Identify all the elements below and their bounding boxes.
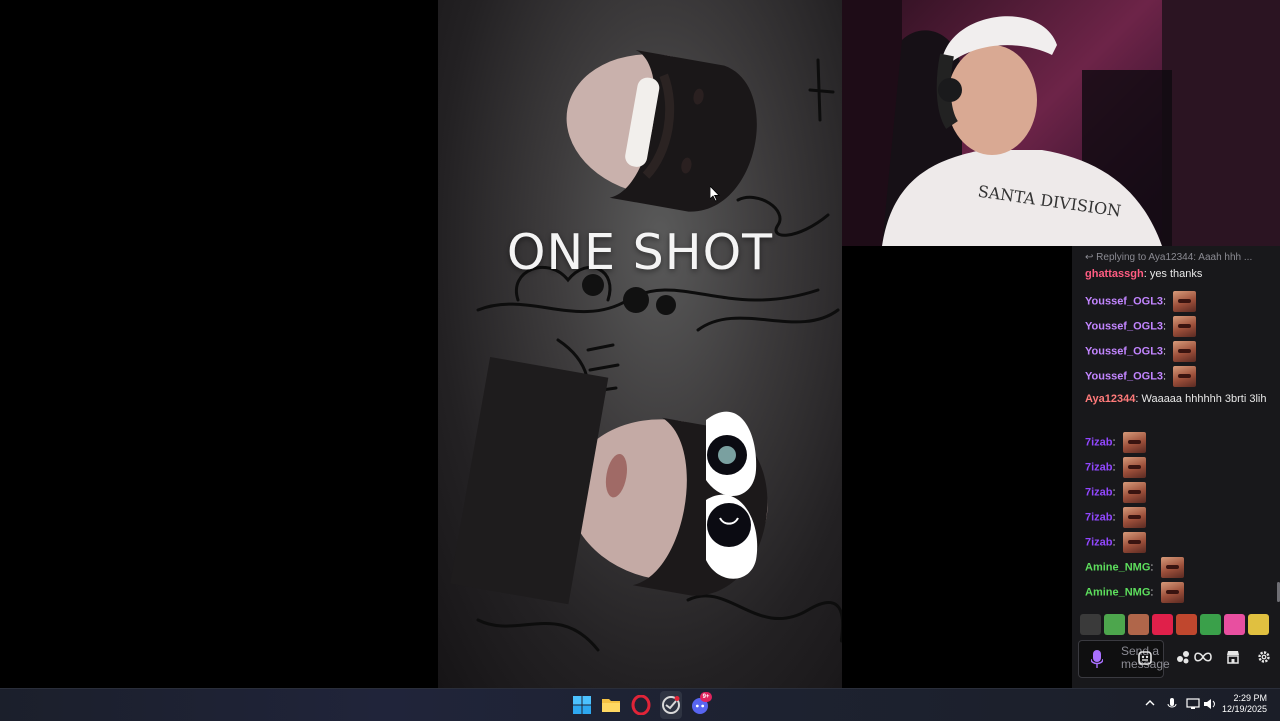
chat-separator: : (1112, 461, 1119, 474)
chat-username[interactable]: ghattassgh (1085, 268, 1144, 280)
stream-view: ONE SHOT SANTA DIVISION ↩ Replying to Ay… (0, 0, 1280, 688)
upper-person (566, 49, 757, 212)
taskbar: 9+ 2:29 PM 12/19/2025 (0, 688, 1280, 721)
chat-separator: : (1112, 486, 1119, 499)
chat-emote-icon[interactable] (1122, 507, 1146, 528)
clock-date: 12/19/2025 (1221, 704, 1267, 714)
volume-icon[interactable] (1203, 698, 1217, 710)
chat-username[interactable]: Youssef_OGL3 (1085, 370, 1163, 382)
chat-separator: : (1163, 295, 1170, 308)
chevron-up-icon[interactable] (1145, 698, 1155, 708)
clock-time: 2:29 PM (1233, 693, 1267, 703)
chat-separator: : (1163, 370, 1170, 383)
system-clock[interactable]: 2:29 PM 12/19/2025 (1222, 693, 1267, 715)
chat-separator: : (1112, 511, 1119, 524)
black-gap (842, 246, 1072, 688)
chat-emote-icon[interactable] (1122, 532, 1146, 553)
chat-separator: : (1150, 586, 1157, 599)
video-frame (450, 49, 842, 652)
chat-username[interactable]: Aya12344 (1085, 393, 1135, 405)
chat-emote-icon[interactable] (1173, 366, 1197, 387)
emote-shortcut-icon[interactable] (1224, 614, 1245, 635)
chat-username[interactable]: 7izab (1085, 461, 1113, 473)
chat-message: Youssef_OGL3: (1085, 316, 1271, 337)
chat-emote-icon[interactable] (1173, 291, 1197, 312)
emote-shortcut-icon[interactable] (1128, 614, 1149, 635)
emote-shortcut-icon[interactable] (1176, 614, 1197, 635)
chat-username[interactable]: Youssef_OGL3 (1085, 295, 1163, 307)
chat-message: 7izab: (1085, 457, 1271, 478)
chat-message: 7izab: (1085, 532, 1271, 553)
settings-gear-icon[interactable] (1257, 650, 1271, 664)
chat-message-text: yes thanks (1149, 268, 1203, 280)
chat-message: 7izab: (1085, 507, 1271, 528)
chat-username[interactable]: Youssef_OGL3 (1085, 320, 1163, 332)
chat-message: 7izab: (1085, 482, 1271, 503)
chat-emote-icon[interactable] (1160, 557, 1184, 578)
chat-message: ghattassgh: yes thanks (1085, 266, 1271, 282)
file-explorer-icon[interactable] (601, 695, 621, 715)
store-icon[interactable] (1226, 650, 1240, 664)
emote-shortcut-icon[interactable] (1152, 614, 1173, 635)
chat-message: Youssef_OGL3: (1085, 366, 1271, 387)
microphone-tray-icon[interactable] (1167, 698, 1177, 711)
chat-separator: : (1163, 320, 1170, 333)
opera-icon[interactable] (631, 695, 651, 715)
mouse-cursor-icon (710, 186, 720, 202)
chat-separator: : (1163, 345, 1170, 358)
chat-message: 7izab: (1085, 432, 1271, 453)
emote-shortcut-icon[interactable] (1080, 614, 1101, 635)
chat-message: Youssef_OGL3: (1085, 341, 1271, 362)
chat-username[interactable]: Amine_NMG (1085, 586, 1150, 598)
chat-username[interactable]: 7izab (1085, 436, 1113, 448)
chat-message: Aya12344: Waaaaa hhhhhh 3brti 3lih (1085, 391, 1271, 407)
network-icon[interactable] (1186, 698, 1200, 710)
chat-separator: : (1112, 436, 1119, 449)
chat-emote-icon[interactable] (1122, 432, 1146, 453)
emote-shortcut-icon[interactable] (1200, 614, 1221, 635)
microphone-icon[interactable] (1091, 650, 1103, 668)
browser-icon[interactable] (661, 695, 681, 715)
discord-badge: 9+ (700, 692, 712, 702)
chat-username[interactable]: Youssef_OGL3 (1085, 345, 1163, 357)
chat-emote-icon[interactable] (1173, 316, 1197, 337)
chat-panel: ↩ Replying to Aya12344: Aaah hhh ... gha… (1072, 246, 1280, 688)
emote-shortcut-icon[interactable] (1104, 614, 1125, 635)
chat-username[interactable]: Amine_NMG (1085, 561, 1150, 573)
chat-separator: : (1150, 561, 1157, 574)
webcam-feed: SANTA DIVISION (842, 0, 1280, 246)
infinity-icon[interactable] (1194, 650, 1212, 664)
chat-emote-icon[interactable] (1173, 341, 1197, 362)
emote-picker-bar (1080, 612, 1280, 636)
chat-username[interactable]: 7izab (1085, 536, 1113, 548)
chat-message-text: Waaaaa hhhhhh 3brti 3lih (1141, 393, 1267, 405)
chat-message: Youssef_OGL3: (1085, 291, 1271, 312)
chat-emote-icon[interactable] (1160, 582, 1184, 603)
chat-username[interactable]: 7izab (1085, 486, 1113, 498)
chat-emote-icon[interactable] (1122, 482, 1146, 503)
emote-icon[interactable] (1138, 651, 1152, 665)
emote-shortcut-icon[interactable] (1248, 614, 1269, 635)
chat-message: Amine_NMG: (1085, 557, 1271, 578)
chat-username[interactable]: 7izab (1085, 511, 1113, 523)
lower-person (450, 356, 768, 605)
start-icon[interactable] (572, 695, 592, 715)
video-caption: ONE SHOT (506, 224, 774, 281)
reply-context[interactable]: ↩ Replying to Aya12344: Aaah hhh ... (1085, 252, 1275, 263)
reply-arrow-icon: ↩ (1085, 252, 1097, 263)
bits-icon[interactable] (1176, 650, 1192, 664)
chat-message: Amine_NMG: (1085, 582, 1271, 603)
video-player[interactable]: ONE SHOT (438, 0, 842, 688)
chat-emote-icon[interactable] (1122, 457, 1146, 478)
chat-separator: : (1112, 536, 1119, 549)
